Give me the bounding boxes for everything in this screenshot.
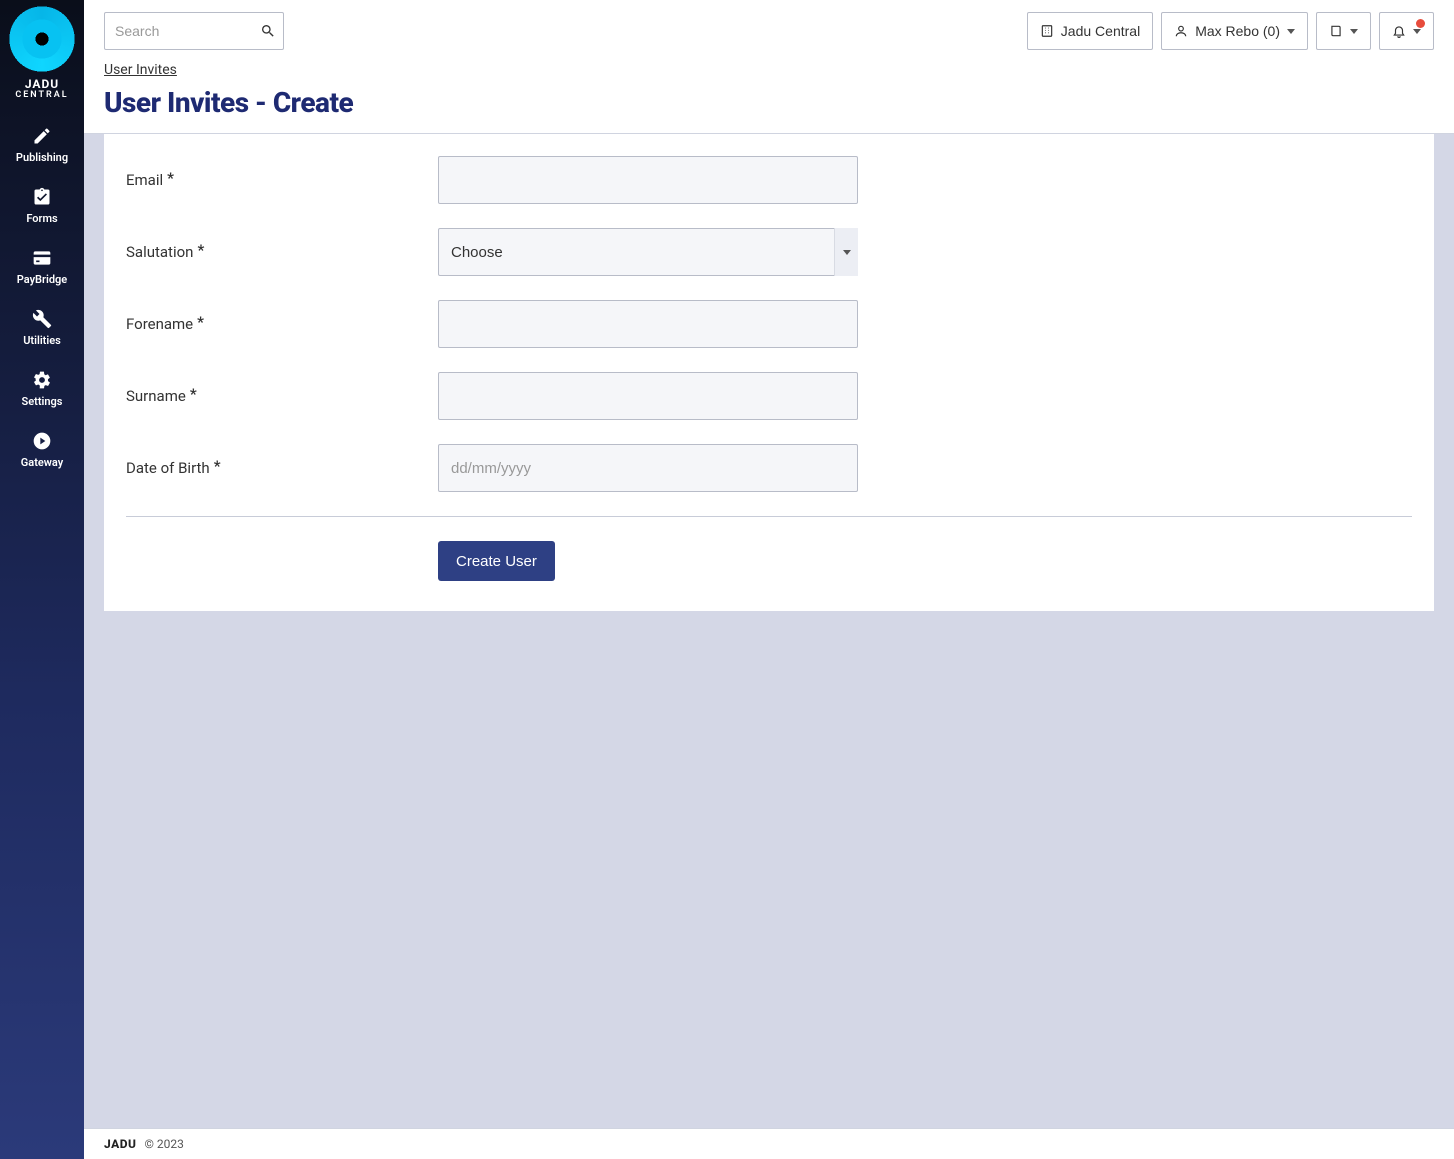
book-icon [1329,24,1343,38]
sidebar-item-settings[interactable]: Settings [0,359,84,420]
form-row-forename: Forename* [126,300,1412,348]
forename-label: Forename* [126,315,438,333]
notifications-button[interactable] [1379,12,1434,50]
dob-label: Date of Birth* [126,459,438,477]
brand-name: JADU CENTRAL [15,78,68,101]
form-row-salutation: Salutation* Choose [126,228,1412,276]
book-menu-button[interactable] [1316,12,1371,50]
pencil-icon [31,125,53,147]
email-label: Email* [126,171,438,189]
topbar: Jadu Central Max Rebo (0) [84,0,1454,134]
email-input[interactable] [438,156,858,204]
sidebar-item-label: Settings [22,395,63,408]
user-menu-button[interactable]: Max Rebo (0) [1161,12,1308,50]
salutation-label: Salutation* [126,243,438,261]
form-row-dob: Date of Birth* [126,444,1412,492]
wrench-icon [31,308,53,330]
search-wrap [104,12,284,50]
gear-icon [31,369,53,391]
sidebar-item-label: Gateway [21,456,63,469]
surname-input[interactable] [438,372,858,420]
bell-icon [1392,24,1406,38]
chevron-down-icon [1350,29,1358,34]
building-icon [1040,24,1054,38]
sidebar-item-label: PayBridge [17,273,67,286]
sidebar-item-gateway[interactable]: Gateway [0,420,84,481]
sidebar-item-label: Publishing [16,151,68,164]
footer-brand: JADU [104,1137,136,1151]
card-icon [31,247,53,269]
sidebar-item-label: Forms [26,212,57,225]
notification-dot-icon [1416,19,1425,28]
user-button-label: Max Rebo (0) [1195,23,1280,39]
search-input[interactable] [104,12,284,50]
form-row-surname: Surname* [126,372,1412,420]
sidebar-item-paybridge[interactable]: PayBridge [0,237,84,298]
main-area: Jadu Central Max Rebo (0) [84,0,1454,1159]
form-panel: Email* Salutation* Choose [104,134,1434,611]
sidebar-item-label: Utilities [23,334,61,347]
chevron-down-icon [1287,29,1295,34]
user-icon [1174,24,1188,38]
sidebar-item-forms[interactable]: Forms [0,176,84,237]
chevron-down-icon [1413,29,1421,34]
content-area: Email* Salutation* Choose [84,134,1454,1128]
sidebar: JADU CENTRAL Publishing Forms PayBridge … [0,0,84,1159]
breadcrumb-link[interactable]: User Invites [104,62,177,78]
salutation-select[interactable]: Choose [438,228,858,276]
form-row-email: Email* [126,156,1412,204]
create-user-button[interactable]: Create User [438,541,555,581]
surname-label: Surname* [126,387,438,405]
sidebar-item-publishing[interactable]: Publishing [0,115,84,176]
footer: JADU © 2023 [84,1128,1454,1159]
footer-copyright: © 2023 [144,1137,183,1151]
forename-input[interactable] [438,300,858,348]
logo-ring-icon [9,6,75,72]
dob-input[interactable] [438,444,858,492]
brand-logo[interactable]: JADU CENTRAL [9,6,75,101]
sidebar-item-utilities[interactable]: Utilities [0,298,84,359]
circle-arrow-icon [31,430,53,452]
breadcrumb: User Invites [104,62,1434,78]
form-divider [126,516,1412,517]
search-icon[interactable] [260,23,276,39]
app-button-label: Jadu Central [1061,23,1140,39]
app-switcher-button[interactable]: Jadu Central [1027,12,1153,50]
clipboard-icon [31,186,53,208]
page-title: User Invites - Create [104,86,1434,119]
